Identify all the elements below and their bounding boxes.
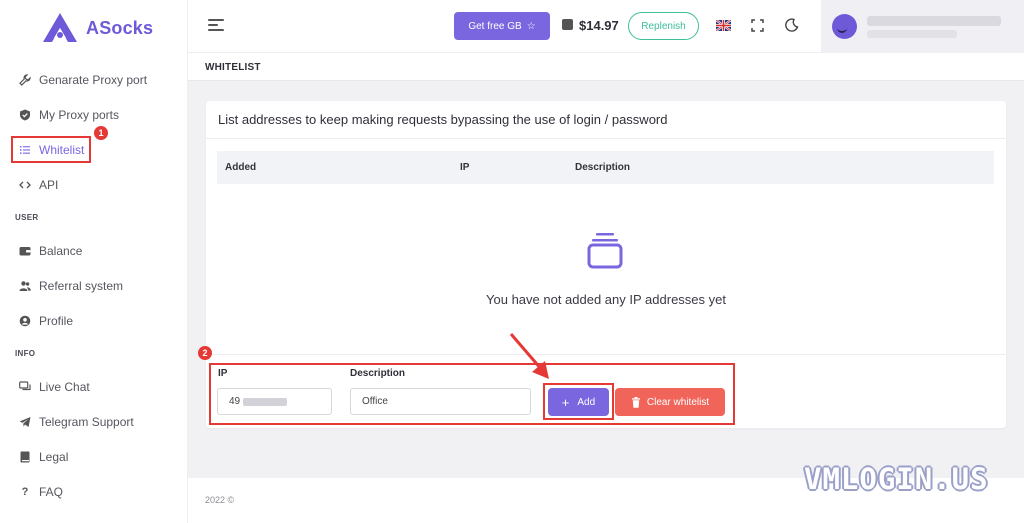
logo[interactable]: ASocks — [0, 0, 187, 56]
section-info: INFO — [15, 349, 36, 358]
sidebar-item-label: Telegram Support — [39, 414, 134, 429]
sidebar-item-telegram-support[interactable]: Telegram Support — [0, 404, 188, 439]
sidebar: ASocks Genarate Proxy port My Proxy port… — [0, 0, 188, 523]
sidebar-item-balance[interactable]: Balance — [0, 233, 188, 268]
fullscreen-icon[interactable] — [751, 19, 764, 32]
redacted-user-detail — [867, 30, 957, 38]
chat-icon — [19, 380, 31, 393]
sidebar-item-label: Live Chat — [39, 379, 90, 394]
highlight-add-button-box — [543, 383, 614, 420]
wrench-icon — [19, 73, 31, 86]
sidebar-item-my-proxy-ports[interactable]: My Proxy ports — [0, 97, 188, 132]
table-header: Added IP Description — [217, 151, 994, 184]
page-title: WHITELIST — [205, 62, 261, 73]
divider — [206, 138, 1006, 139]
sidebar-item-legal[interactable]: Legal — [0, 439, 188, 474]
sidebar-item-label: Legal — [39, 449, 69, 464]
sidebar-item-api[interactable]: API — [0, 167, 188, 202]
shield-icon — [19, 109, 31, 121]
top-header: Get free GB ☆ $14.97 Replenish — [188, 0, 1024, 53]
replenish-button[interactable]: Replenish — [628, 12, 699, 40]
step-badge-1: 1 — [94, 126, 108, 140]
watermark: VMLOGIN.US — [804, 462, 989, 496]
logo-text: ASocks — [86, 17, 154, 38]
sidebar-item-generate-proxy-port[interactable]: Genarate Proxy port — [0, 62, 188, 97]
column-added: Added — [225, 162, 257, 173]
sidebar-item-faq[interactable]: ? FAQ — [0, 474, 188, 509]
sidebar-item-label: FAQ — [39, 484, 64, 499]
menu-toggle-icon[interactable] — [208, 19, 224, 33]
sidebar-item-label: Balance — [39, 243, 83, 258]
get-free-gb-label: Get free GB — [468, 20, 522, 32]
asocks-logo-icon — [43, 13, 77, 42]
page-title-bar: WHITELIST — [188, 53, 1024, 81]
step-badge-2: 2 — [198, 346, 212, 360]
get-free-gb-button[interactable]: Get free GB ☆ — [454, 12, 550, 40]
column-description: Description — [575, 162, 631, 173]
wallet-icon — [19, 245, 31, 257]
highlight-whitelist-box — [11, 136, 91, 163]
uk-flag-icon[interactable] — [716, 20, 731, 31]
empty-inbox-icon — [587, 233, 623, 269]
balance-amount: $14.97 — [579, 18, 619, 33]
sidebar-item-label: My Proxy ports — [39, 107, 120, 122]
book-icon — [19, 451, 31, 463]
sidebar-item-label: Profile — [39, 313, 74, 328]
divider — [206, 354, 1006, 355]
user-icon — [19, 315, 31, 327]
user-menu[interactable] — [821, 0, 1024, 53]
column-ip: IP — [460, 162, 470, 173]
redacted-username — [867, 16, 1001, 26]
sidebar-item-label: Referral system — [39, 278, 124, 293]
dark-mode-icon[interactable] — [785, 18, 799, 32]
sidebar-item-profile[interactable]: Profile — [0, 303, 188, 338]
sidebar-item-label: Genarate Proxy port — [39, 72, 148, 87]
users-icon — [19, 280, 31, 292]
annotation-arrow — [509, 333, 549, 379]
telegram-icon — [19, 416, 31, 428]
avatar — [832, 14, 857, 39]
code-icon — [19, 179, 31, 191]
wallet-icon — [562, 19, 573, 30]
highlight-form-box — [209, 363, 735, 425]
sidebar-item-referral-system[interactable]: Referral system — [0, 268, 188, 303]
sidebar-item-live-chat[interactable]: Live Chat — [0, 369, 188, 404]
star-icon: ☆ — [526, 20, 536, 32]
copyright: 2022 © — [205, 495, 235, 505]
card-heading: List addresses to keep making requests b… — [218, 112, 668, 127]
empty-state-message: You have not added any IP addresses yet — [486, 292, 726, 307]
sidebar-item-label: API — [39, 177, 59, 192]
question-icon: ? — [21, 485, 29, 498]
section-user: USER — [15, 213, 39, 222]
